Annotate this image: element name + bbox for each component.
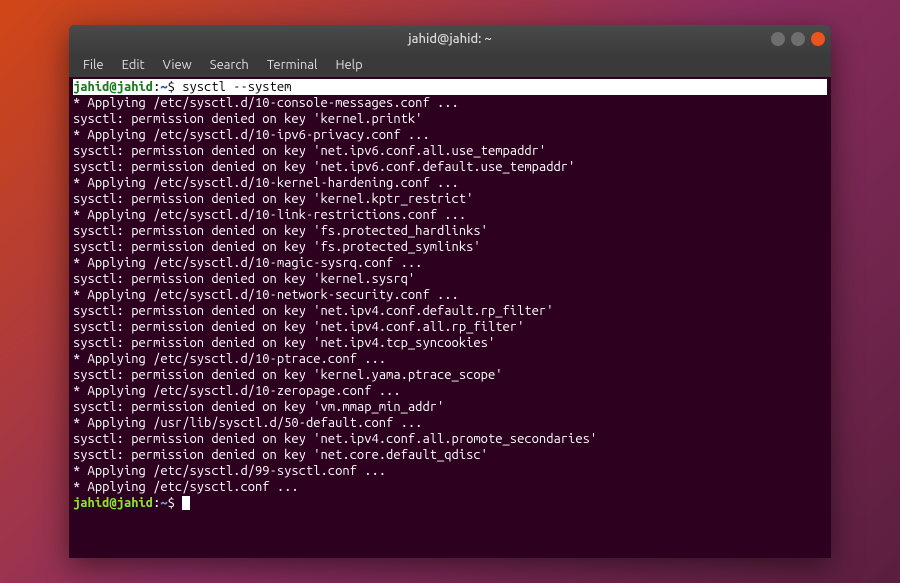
menu-search[interactable]: Search [202,56,257,74]
prompt-dollar: $ [168,496,175,510]
output-line: * Applying /etc/sysctl.d/99-sysctl.conf … [73,463,827,479]
output-line: sysctl: permission denied on key 'vm.mma… [73,399,827,415]
menu-help[interactable]: Help [327,56,370,74]
output-line: sysctl: permission denied on key 'kernel… [73,271,827,287]
output-line: sysctl: permission denied on key 'fs.pro… [73,223,827,239]
output-line: * Applying /etc/sysctl.d/10-kernel-harde… [73,175,827,191]
close-icon[interactable] [811,32,825,46]
output-line: sysctl: permission denied on key 'net.ip… [73,431,827,447]
terminal-window: jahid@jahid: ~ File Edit View Search Ter… [69,25,831,558]
output-line: * Applying /etc/sysctl.d/10-ipv6-privacy… [73,127,827,143]
output-container: * Applying /etc/sysctl.d/10-console-mess… [73,95,827,495]
minimize-icon[interactable] [771,32,785,46]
menu-edit[interactable]: Edit [114,56,153,74]
output-line: * Applying /etc/sysctl.d/10-network-secu… [73,287,827,303]
terminal-area[interactable]: jahid@jahid:~$ sysctl --system * Applyin… [69,77,831,558]
output-line: sysctl: permission denied on key 'net.ip… [73,303,827,319]
prompt-dollar: $ [168,80,175,94]
maximize-icon[interactable] [791,32,805,46]
command-line: jahid@jahid:~$ sysctl --system [73,79,827,95]
output-line: sysctl: permission denied on key 'kernel… [73,111,827,127]
window-title: jahid@jahid: ~ [408,32,491,46]
output-line: sysctl: permission denied on key 'kernel… [73,367,827,383]
output-line: * Applying /etc/sysctl.conf ... [73,479,827,495]
prompt-line: jahid@jahid:~$ [73,495,827,511]
prompt-path: ~ [160,496,167,510]
output-line: * Applying /usr/lib/sysctl.d/50-default.… [73,415,827,431]
output-line: sysctl: permission denied on key 'net.ip… [73,159,827,175]
menu-terminal[interactable]: Terminal [259,56,326,74]
menu-file[interactable]: File [75,56,112,74]
window-controls [771,32,825,46]
cursor-icon [182,496,190,510]
output-line: * Applying /etc/sysctl.d/10-console-mess… [73,95,827,111]
prompt-user: jahid@jahid [73,80,153,94]
prompt-path: ~ [160,80,167,94]
output-line: * Applying /etc/sysctl.d/10-magic-sysrq.… [73,255,827,271]
output-line: sysctl: permission denied on key 'fs.pro… [73,239,827,255]
output-line: sysctl: permission denied on key 'net.ip… [73,319,827,335]
output-line: sysctl: permission denied on key 'net.co… [73,447,827,463]
titlebar[interactable]: jahid@jahid: ~ [69,25,831,53]
output-line: sysctl: permission denied on key 'net.ip… [73,143,827,159]
menubar: File Edit View Search Terminal Help [69,53,831,77]
output-line: sysctl: permission denied on key 'kernel… [73,191,827,207]
output-line: * Applying /etc/sysctl.d/10-link-restric… [73,207,827,223]
command-text: sysctl --system [182,80,291,94]
output-line: * Applying /etc/sysctl.d/10-zeropage.con… [73,383,827,399]
output-line: sysctl: permission denied on key 'net.ip… [73,335,827,351]
prompt-user: jahid@jahid [73,496,153,510]
menu-view[interactable]: View [155,56,200,74]
output-line: * Applying /etc/sysctl.d/10-ptrace.conf … [73,351,827,367]
